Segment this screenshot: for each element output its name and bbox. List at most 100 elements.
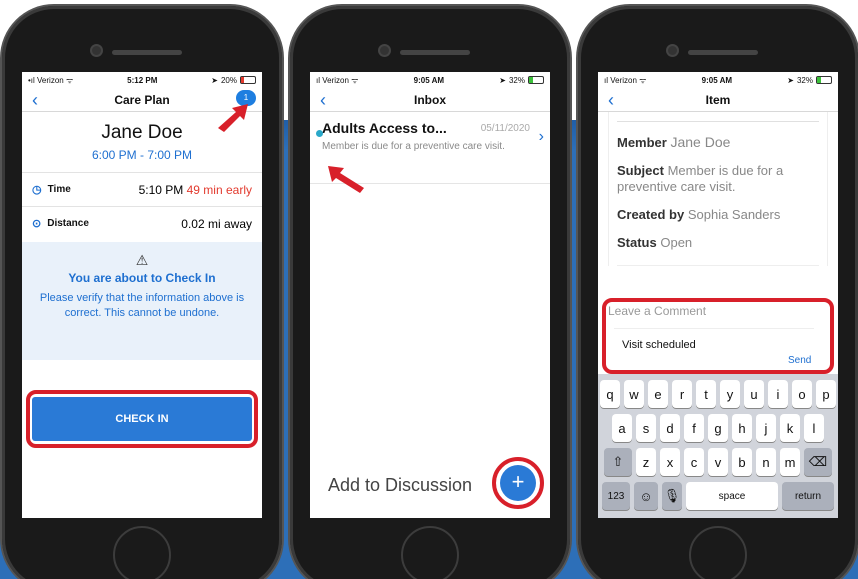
distance-value: 0.02 mi away [181,216,252,231]
keyboard-row-1: qwertyuiop [598,380,838,408]
home-button[interactable] [113,526,171,579]
key-b[interactable]: b [732,448,752,476]
battery-percent: 32% [796,75,813,85]
keyboard-row-3: ⇧ zxcvbnm ⌫ [598,448,838,476]
battery-percent: 32% [508,75,525,85]
battery-icon [816,76,832,84]
microphone-key-icon[interactable]: 🎙 [662,482,682,510]
location-icon: ➤ [787,75,794,85]
pointer-arrow-icon [218,104,248,132]
message-date: 05/11/2020 [480,123,530,134]
page-title: Item [705,92,731,107]
highlight-ring-comment [602,298,834,374]
unread-dot-icon [316,130,323,137]
key-m[interactable]: m [780,448,800,476]
key-q[interactable]: q [600,380,620,408]
checkin-warning-panel: ⚠ You are about to Check In Please verif… [22,242,262,360]
highlight-ring-checkin [26,390,258,448]
key-p[interactable]: p [816,380,836,408]
key-y[interactable]: y [720,380,740,408]
key-u[interactable]: u [744,380,764,408]
status-right: ➤ 32% [499,76,544,85]
emoji-key-icon[interactable]: ☺ [634,482,658,510]
key-a[interactable]: a [612,414,632,442]
detail-created-by: Created by Sophia Sanders [617,207,781,222]
scrolled-content-edge [617,112,819,122]
location-icon: ➤ [499,75,506,85]
speaker [688,50,758,55]
status-bar: ıl Verizon ᯤ 9:05 AM ➤ 32% [310,72,550,88]
key-v[interactable]: v [708,448,728,476]
back-button[interactable]: ‹ [608,90,614,110]
message-preview: Member is due for a preventive care visi… [322,141,505,152]
time-value: 5:10 PM 49 min early [138,182,252,197]
page-title: Care Plan [114,92,170,107]
key-h[interactable]: h [732,414,752,442]
key-s[interactable]: s [636,414,656,442]
detail-subject: Subject Member is due for a preventive c… [617,163,784,194]
battery-icon [239,76,256,84]
speaker [112,50,182,55]
key-t[interactable]: t [696,380,716,408]
key-e[interactable]: e [648,380,668,408]
key-z[interactable]: z [636,448,656,476]
battery-icon [528,76,544,84]
back-button[interactable]: ‹ [320,90,326,110]
return-key[interactable]: return [782,482,834,510]
numbers-key[interactable]: 123 [602,482,630,510]
shift-key-icon[interactable]: ⇧ [604,448,632,476]
keyboard: qwertyuiop asdfghjkl ⇧ zxcvbnm ⌫ 123 ☺ 🎙… [598,374,838,518]
clock: 9:05 AM [413,75,445,85]
detail-status: Status Open [617,235,819,266]
key-f[interactable]: f [684,414,704,442]
highlight-ring-add [492,457,544,509]
carrier-label: •ıl Verizon ᯤ [28,75,74,85]
key-w[interactable]: w [624,380,644,408]
key-k[interactable]: k [780,414,800,442]
message-subject: Adults Access to... [322,120,447,136]
key-j[interactable]: j [756,414,776,442]
keyboard-letters-row-3: zxcvbnm [636,448,800,476]
key-c[interactable]: c [684,448,704,476]
key-i[interactable]: i [768,380,788,408]
location-pin-icon: ⊙ [32,218,42,230]
key-g[interactable]: g [708,414,728,442]
home-button[interactable] [401,526,459,579]
item-details: Member Jane Doe Subject Member is due fo… [608,112,828,266]
status-bar: •ıl Verizon ᯤ 5:12 PM ➤ 20% [22,72,262,88]
status-right: ➤ 20% [211,76,256,85]
battery-percent: 20% [220,75,237,85]
distance-row: ⊙ Distance 0.02 mi away [22,206,262,240]
pointer-arrow-icon [328,166,364,193]
front-camera [668,46,677,55]
space-key[interactable]: space [686,482,778,510]
time-label: ◷ Time [32,184,71,196]
screen-item: ıl Verizon ᯤ 9:05 AM ➤ 32% ‹ Item Member… [598,72,838,518]
nav-bar: ‹ Item [598,88,838,112]
distance-label: ⊙ Distance [32,218,89,230]
screen-care-plan: •ıl Verizon ᯤ 5:12 PM ➤ 20% ‹ Care Plan … [22,72,262,518]
front-camera [380,46,389,55]
delete-key-icon[interactable]: ⌫ [804,448,832,476]
key-l[interactable]: l [804,414,824,442]
home-button[interactable] [689,526,747,579]
key-o[interactable]: o [792,380,812,408]
status-right: ➤ 32% [787,76,832,85]
carrier-label: ıl Verizon ᯤ [604,75,647,85]
chevron-right-icon: › [538,128,544,145]
clock: 5:12 PM [127,75,158,85]
key-r[interactable]: r [672,380,692,408]
key-d[interactable]: d [660,414,680,442]
appointment-time-range: 6:00 PM - 7:00 PM [91,148,193,162]
key-x[interactable]: x [660,448,680,476]
location-icon: ➤ [211,75,218,85]
clock-icon: ◷ [32,184,42,196]
warning-body: Please verify that the information above… [39,292,245,319]
warning-icon: ⚠ [135,252,149,268]
front-camera [92,46,101,55]
key-n[interactable]: n [756,448,776,476]
detail-member: Member Jane Doe [617,134,731,150]
page-title: Inbox [414,92,446,107]
early-indicator: 49 min early [186,182,252,197]
back-button[interactable]: ‹ [32,90,38,110]
